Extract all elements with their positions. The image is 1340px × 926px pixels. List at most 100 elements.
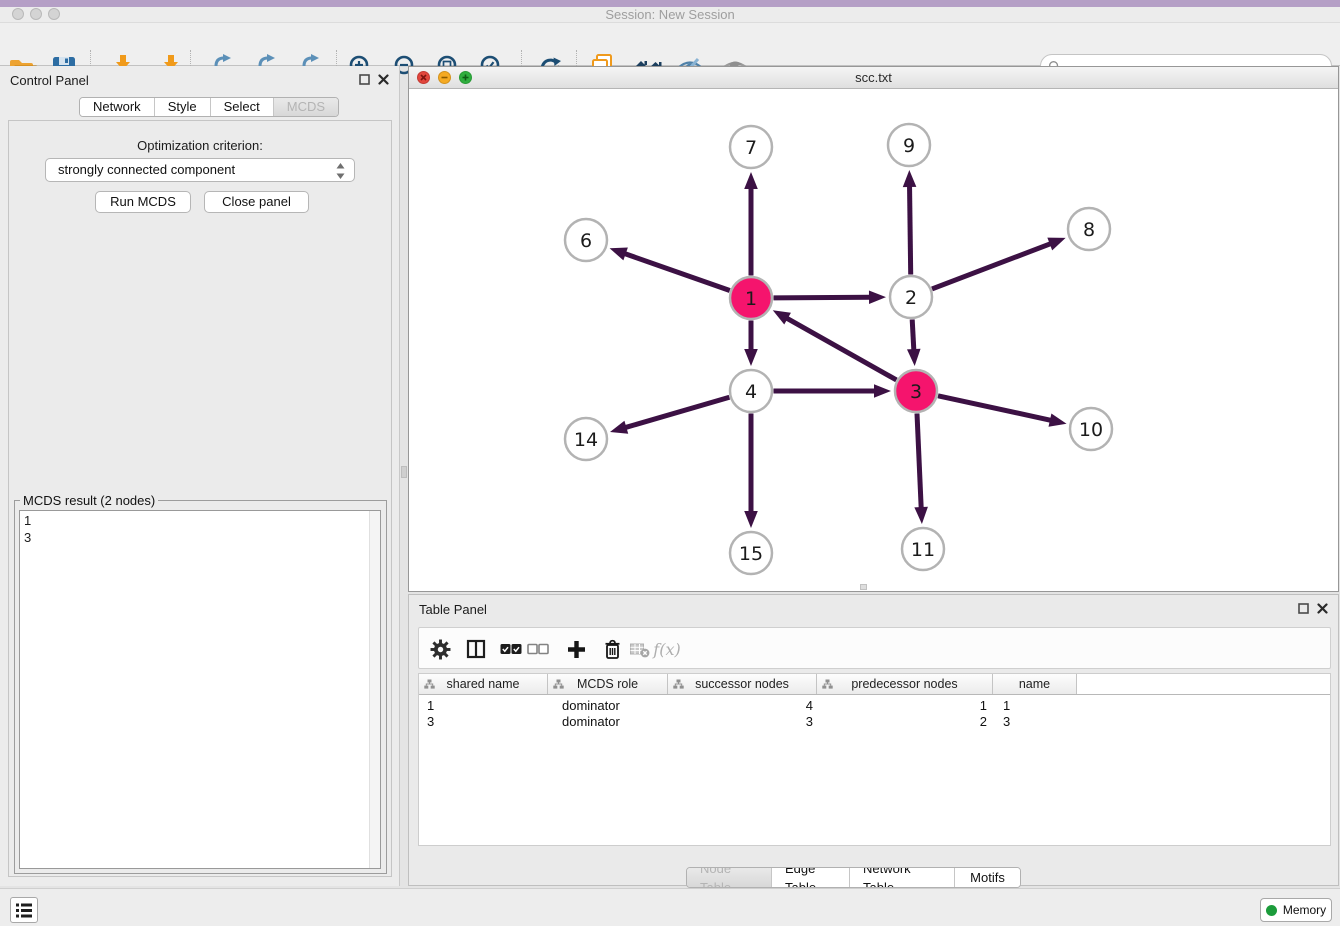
table-cell[interactable]: 2 — [817, 714, 993, 730]
table-cell[interactable]: 4 — [668, 698, 817, 714]
main-toolbar — [0, 22, 1340, 66]
svg-text:9: 9 — [903, 135, 915, 157]
control-panel: Control Panel Network Style Select MCDS … — [0, 66, 400, 886]
close-panel-icon[interactable] — [378, 74, 389, 85]
tab-motifs[interactable]: Motifs — [955, 868, 1020, 887]
svg-text:8: 8 — [1083, 219, 1095, 241]
svg-text:2: 2 — [905, 287, 917, 309]
function-builder-button[interactable]: f(x) — [655, 638, 679, 660]
column-header-shared-name[interactable]: shared name — [419, 674, 548, 694]
close-panel-button[interactable]: Close panel — [204, 191, 309, 213]
graph-edge-2-3[interactable] — [907, 319, 921, 366]
svg-text:15: 15 — [739, 543, 763, 565]
add-row-button[interactable] — [564, 638, 588, 660]
criterion-select[interactable]: strongly connected component — [45, 158, 355, 182]
tab-node-table[interactable]: Node Table — [687, 868, 772, 887]
float-panel-icon[interactable] — [359, 74, 370, 85]
tab-network[interactable]: Network — [80, 98, 155, 116]
tab-edge-table[interactable]: Edge Table — [772, 868, 850, 887]
task-history-button[interactable] — [10, 897, 38, 923]
graph-edge-1-7[interactable] — [744, 172, 758, 276]
close-panel-icon[interactable] — [1317, 603, 1328, 614]
table-cell[interactable]: 1 — [817, 698, 993, 714]
graph-node-11[interactable]: 11 — [902, 528, 944, 570]
table-cell[interactable]: dominator — [548, 698, 668, 714]
graph-node-7[interactable]: 7 — [730, 126, 772, 168]
graph-edge-4-15[interactable] — [744, 414, 758, 529]
graph-node-4[interactable]: 4 — [730, 370, 772, 412]
memory-button[interactable]: Memory — [1260, 898, 1332, 922]
tab-network-table[interactable]: Network Table — [850, 868, 955, 887]
panel-splitter-handle[interactable] — [401, 466, 407, 478]
chevron-updown-icon — [336, 163, 345, 179]
deselect-all-button[interactable] — [526, 638, 550, 660]
result-line: 1 — [24, 512, 376, 529]
select-all-icon — [500, 642, 522, 656]
tab-style[interactable]: Style — [155, 98, 211, 116]
graph-node-6[interactable]: 6 — [565, 219, 607, 261]
table-cell[interactable]: 3 — [668, 714, 817, 730]
graph-node-2[interactable]: 2 — [890, 276, 932, 318]
column-header-successor-nodes[interactable]: successor nodes — [668, 674, 817, 694]
mcds-result-group: MCDS result (2 nodes) 1 3 — [14, 493, 387, 874]
graph-node-10[interactable]: 10 — [1070, 408, 1112, 450]
deselect-all-icon — [527, 642, 549, 656]
graph-edge-3-11[interactable] — [914, 413, 928, 524]
table-cell[interactable]: 3 — [419, 714, 548, 730]
graph-edge-4-14[interactable] — [610, 397, 729, 434]
run-mcds-button[interactable]: Run MCDS — [95, 191, 191, 213]
table-cell[interactable]: 1 — [993, 698, 1077, 714]
graph-edge-3-1[interactable] — [773, 310, 897, 380]
graph-node-9[interactable]: 9 — [888, 124, 930, 166]
graph-node-8[interactable]: 8 — [1068, 208, 1110, 250]
graph-edge-1-6[interactable] — [610, 248, 730, 291]
svg-text:1: 1 — [745, 288, 757, 310]
svg-text:6: 6 — [580, 230, 592, 252]
graph-node-14[interactable]: 14 — [565, 418, 607, 460]
graph-edge-2-8[interactable] — [932, 238, 1066, 289]
table-cell[interactable]: 3 — [993, 714, 1077, 730]
table-options-button[interactable] — [428, 638, 452, 660]
table-row[interactable]: 3 dominator 3 2 3 — [419, 714, 1330, 730]
table-cell[interactable]: 1 — [419, 698, 548, 714]
network-frame-titlebar: scc.txt — [409, 67, 1338, 89]
float-panel-icon[interactable] — [1298, 603, 1309, 614]
graph-edge-1-4[interactable] — [744, 321, 758, 367]
column-header-mcds-role[interactable]: MCDS role — [548, 674, 668, 694]
node-table-header: shared name MCDS role successor nodes pr… — [419, 674, 1330, 695]
graph-edge-3-10[interactable] — [938, 396, 1067, 427]
graph-edge-2-9[interactable] — [903, 170, 917, 275]
network-graph[interactable]: 7 9 6 8 1 2 4 3 14 10 15 11 — [409, 89, 1338, 592]
network-frame-title: scc.txt — [409, 67, 1338, 88]
gear-icon — [430, 639, 451, 660]
canvas-splitter-handle[interactable] — [860, 584, 867, 590]
graph-edge-1-2[interactable] — [773, 290, 886, 304]
list-icon — [16, 903, 32, 918]
result-line: 3 — [24, 529, 376, 546]
graph-edge-4-3[interactable] — [774, 384, 892, 398]
status-bar: Memory — [0, 888, 1340, 926]
network-canvas[interactable]: 7 9 6 8 1 2 4 3 14 10 15 11 — [409, 89, 1338, 591]
table-cell[interactable]: dominator — [548, 714, 668, 730]
window-titlebar: Session: New Session — [0, 7, 1340, 22]
show-columns-button[interactable] — [464, 638, 488, 660]
result-scrollbar[interactable] — [369, 511, 380, 868]
window-title: Session: New Session — [0, 7, 1340, 22]
table-row[interactable]: 1 dominator 4 1 1 — [419, 698, 1330, 714]
select-all-button[interactable] — [499, 638, 523, 660]
mcds-result-textarea[interactable]: 1 3 — [19, 510, 381, 869]
svg-text:14: 14 — [574, 429, 598, 451]
tab-mcds[interactable]: MCDS — [274, 98, 338, 116]
trash-icon — [602, 638, 623, 660]
delete-row-button[interactable] — [600, 638, 624, 660]
column-header-predecessor-nodes[interactable]: predecessor nodes — [817, 674, 993, 694]
column-header-name[interactable]: name — [993, 674, 1077, 694]
node-table: shared name MCDS role successor nodes pr… — [418, 673, 1331, 846]
graph-node-3[interactable]: 3 — [895, 370, 937, 412]
plus-icon — [566, 639, 587, 660]
graph-node-1[interactable]: 1 — [730, 277, 772, 319]
column-type-icon — [424, 679, 435, 690]
graph-node-15[interactable]: 15 — [730, 532, 772, 574]
tab-select[interactable]: Select — [211, 98, 274, 116]
delete-table-button[interactable] — [628, 638, 652, 660]
